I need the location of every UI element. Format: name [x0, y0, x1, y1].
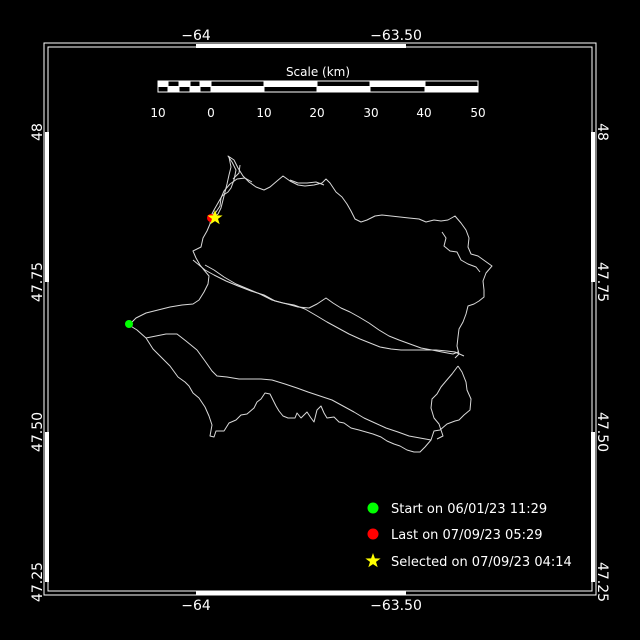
- scale-seg-2: [264, 81, 317, 86]
- legend: Start on 06/01/23 11:29 Last on 07/09/23…: [365, 502, 572, 570]
- y-tick-right-1: 47.25: [594, 562, 610, 602]
- scale-seg-5: [425, 86, 478, 92]
- frame-bar-top: [196, 44, 406, 48]
- red-dot-icon: [367, 528, 379, 540]
- start-marker[interactable]: [125, 320, 133, 328]
- scale-seg-3: [317, 86, 370, 92]
- y-tick-right-2: 47.50: [594, 412, 610, 452]
- y-tick-left-1: 47.25: [30, 562, 46, 602]
- scale-seg-b: [168, 86, 179, 92]
- x-tick-bottom-1: −64: [181, 598, 211, 614]
- frame-bar-left-2: [45, 432, 49, 582]
- y-tick-left-2: 47.50: [30, 412, 46, 452]
- scale-seg-a: [158, 81, 168, 86]
- x-tick-top-2: −63.50: [370, 28, 422, 44]
- legend-selected-label: Selected on 07/09/23 04:14: [391, 555, 572, 570]
- frame-bar-left-1: [45, 132, 49, 282]
- scale-label-1: 0: [207, 106, 215, 120]
- frame-bar-right-2: [591, 432, 595, 582]
- x-tick-bottom-2: −63.50: [370, 598, 422, 614]
- scale-label-3: 20: [309, 106, 324, 120]
- scale-title: Scale (km): [286, 65, 350, 79]
- y-tick-left-4: 48: [30, 123, 46, 141]
- scale-label-5: 40: [416, 106, 431, 120]
- track-map: −64 −63.50 −64 −63.50 48 47.75 47.50 47.…: [0, 0, 640, 640]
- legend-start-label: Start on 06/01/23 11:29: [391, 502, 547, 517]
- y-tick-right-3: 47.75: [594, 262, 610, 302]
- y-tick-right-4: 48: [594, 123, 610, 141]
- frame-bar-bottom: [196, 591, 406, 595]
- scale-label-2: 10: [256, 106, 271, 120]
- scale-seg-d: [190, 86, 200, 92]
- scale-seg-1: [211, 86, 264, 92]
- scale-seg-c: [179, 81, 190, 86]
- map-background: [0, 0, 640, 640]
- scale-seg-4: [370, 81, 425, 86]
- scale-label-6: 50: [470, 106, 485, 120]
- scale-seg-e: [200, 81, 211, 86]
- scale-label-0: 10: [150, 106, 165, 120]
- legend-last-label: Last on 07/09/23 05:29: [391, 528, 543, 543]
- scale-label-4: 30: [363, 106, 378, 120]
- y-tick-left-3: 47.75: [30, 262, 46, 302]
- green-dot-icon: [367, 502, 379, 514]
- x-tick-top-1: −64: [181, 28, 211, 44]
- frame-bar-right-1: [591, 132, 595, 282]
